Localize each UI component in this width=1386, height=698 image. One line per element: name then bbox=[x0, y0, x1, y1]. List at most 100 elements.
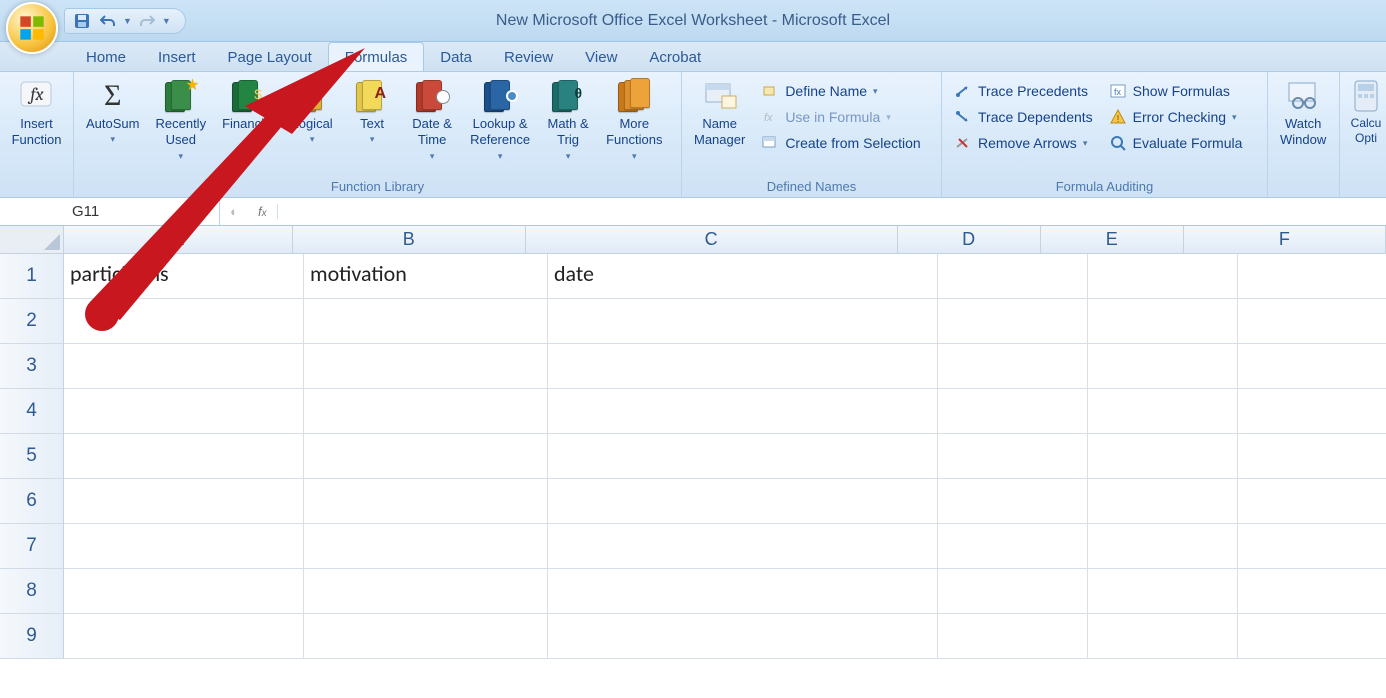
qat-dd-icon[interactable]: ▼ bbox=[162, 16, 171, 26]
tab-insert[interactable]: Insert bbox=[142, 43, 212, 71]
col-header-D[interactable]: D bbox=[898, 226, 1041, 253]
cell-C2[interactable] bbox=[548, 299, 938, 344]
name-manager-button[interactable]: Name Manager bbox=[688, 74, 751, 153]
name-box[interactable]: ▼ bbox=[0, 198, 220, 225]
cell-A3[interactable] bbox=[64, 344, 304, 389]
cell-B4[interactable] bbox=[304, 389, 548, 434]
formula-input[interactable] bbox=[278, 204, 1386, 220]
cell-D4[interactable] bbox=[938, 389, 1088, 434]
name-box-input[interactable] bbox=[0, 203, 219, 220]
date-time-button[interactable]: Date & Time▾ bbox=[404, 74, 460, 166]
select-all-corner[interactable] bbox=[0, 226, 64, 254]
define-name-button[interactable]: Define Name ▾ bbox=[755, 80, 926, 102]
autosum-button[interactable]: Σ AutoSum▾ bbox=[80, 74, 145, 150]
undo-dd-icon[interactable]: ▼ bbox=[123, 16, 132, 26]
cell-C1[interactable]: date bbox=[548, 254, 938, 299]
cell-A6[interactable] bbox=[64, 479, 304, 524]
cell-F2[interactable] bbox=[1238, 299, 1386, 344]
cell-A5[interactable] bbox=[64, 434, 304, 479]
cell-D1[interactable] bbox=[938, 254, 1088, 299]
cell-D3[interactable] bbox=[938, 344, 1088, 389]
financial-button[interactable]: $ Financial▾ bbox=[216, 74, 280, 150]
cell-F7[interactable] bbox=[1238, 524, 1386, 569]
lookup-ref-button[interactable]: Lookup & Reference▾ bbox=[464, 74, 536, 166]
cell-C6[interactable] bbox=[548, 479, 938, 524]
tab-view[interactable]: View bbox=[569, 43, 633, 71]
cell-D7[interactable] bbox=[938, 524, 1088, 569]
office-button[interactable] bbox=[6, 2, 58, 54]
tab-page-layout[interactable]: Page Layout bbox=[212, 43, 328, 71]
cell-F6[interactable] bbox=[1238, 479, 1386, 524]
cell-F4[interactable] bbox=[1238, 389, 1386, 434]
cell-C9[interactable] bbox=[548, 614, 938, 659]
redo-icon[interactable] bbox=[136, 10, 158, 32]
col-header-C[interactable]: C bbox=[526, 226, 898, 253]
cell-B3[interactable] bbox=[304, 344, 548, 389]
cell-D2[interactable] bbox=[938, 299, 1088, 344]
row-header-6[interactable]: 6 bbox=[0, 479, 64, 524]
row-header-2[interactable]: 2 bbox=[0, 299, 64, 344]
cell-E3[interactable] bbox=[1088, 344, 1238, 389]
watch-window-button[interactable]: Watch Window bbox=[1274, 74, 1332, 153]
col-header-E[interactable]: E bbox=[1041, 226, 1184, 253]
col-header-A[interactable]: A bbox=[64, 226, 293, 253]
cell-C4[interactable] bbox=[548, 389, 938, 434]
cell-E6[interactable] bbox=[1088, 479, 1238, 524]
cell-C5[interactable] bbox=[548, 434, 938, 479]
col-header-F[interactable]: F bbox=[1184, 226, 1386, 253]
evaluate-formula-button[interactable]: Evaluate Formula bbox=[1103, 132, 1249, 154]
recently-used-button[interactable]: ★ Recently Used▾ bbox=[149, 74, 212, 166]
cell-F9[interactable] bbox=[1238, 614, 1386, 659]
cell-E7[interactable] bbox=[1088, 524, 1238, 569]
logical-button[interactable]: ? Logical▾ bbox=[284, 74, 340, 150]
cell-B1[interactable]: motivation bbox=[304, 254, 548, 299]
cell-F1[interactable] bbox=[1238, 254, 1386, 299]
cell-A9[interactable] bbox=[64, 614, 304, 659]
cell-F8[interactable] bbox=[1238, 569, 1386, 614]
save-icon[interactable] bbox=[71, 10, 93, 32]
row-header-7[interactable]: 7 bbox=[0, 524, 64, 569]
cell-E4[interactable] bbox=[1088, 389, 1238, 434]
tab-data[interactable]: Data bbox=[424, 43, 488, 71]
cell-A2[interactable] bbox=[64, 299, 304, 344]
col-header-B[interactable]: B bbox=[293, 226, 526, 253]
cell-E1[interactable] bbox=[1088, 254, 1238, 299]
cell-E5[interactable] bbox=[1088, 434, 1238, 479]
text-button[interactable]: A Text▾ bbox=[344, 74, 400, 150]
undo-icon[interactable] bbox=[97, 10, 119, 32]
cell-B6[interactable] bbox=[304, 479, 548, 524]
cell-B7[interactable] bbox=[304, 524, 548, 569]
cell-B8[interactable] bbox=[304, 569, 548, 614]
cell-F3[interactable] bbox=[1238, 344, 1386, 389]
row-header-5[interactable]: 5 bbox=[0, 434, 64, 479]
row-header-1[interactable]: 1 bbox=[0, 254, 64, 299]
cell-D9[interactable] bbox=[938, 614, 1088, 659]
calculation-options-button[interactable]: CalcuOpti bbox=[1346, 74, 1386, 150]
error-checking-button[interactable]: ! Error Checking ▾ bbox=[1103, 106, 1249, 128]
trace-dependents-button[interactable]: Trace Dependents bbox=[948, 106, 1099, 128]
more-functions-button[interactable]: More Functions▾ bbox=[600, 74, 668, 166]
row-header-9[interactable]: 9 bbox=[0, 614, 64, 659]
create-from-selection-button[interactable]: Create from Selection bbox=[755, 132, 926, 154]
insert-function-button[interactable]: fx Insert Function bbox=[6, 74, 67, 153]
cell-B9[interactable] bbox=[304, 614, 548, 659]
tab-review[interactable]: Review bbox=[488, 43, 569, 71]
show-formulas-button[interactable]: fx Show Formulas bbox=[1103, 80, 1249, 102]
tab-home[interactable]: Home bbox=[70, 43, 142, 71]
row-header-4[interactable]: 4 bbox=[0, 389, 64, 434]
cell-A4[interactable] bbox=[64, 389, 304, 434]
tab-acrobat[interactable]: Acrobat bbox=[633, 43, 717, 71]
cells-grid[interactable]: participansmotivationdate bbox=[64, 254, 1386, 659]
cell-A8[interactable] bbox=[64, 569, 304, 614]
cell-D8[interactable] bbox=[938, 569, 1088, 614]
remove-arrows-button[interactable]: Remove Arrows ▾ bbox=[948, 132, 1099, 154]
cell-E2[interactable] bbox=[1088, 299, 1238, 344]
cell-E8[interactable] bbox=[1088, 569, 1238, 614]
fx-label-icon[interactable]: fx bbox=[248, 204, 278, 219]
cell-D5[interactable] bbox=[938, 434, 1088, 479]
cell-E9[interactable] bbox=[1088, 614, 1238, 659]
namebox-dd-icon[interactable]: ▼ bbox=[201, 206, 211, 217]
cell-B2[interactable] bbox=[304, 299, 548, 344]
cell-A1[interactable]: participans bbox=[64, 254, 304, 299]
cell-D6[interactable] bbox=[938, 479, 1088, 524]
